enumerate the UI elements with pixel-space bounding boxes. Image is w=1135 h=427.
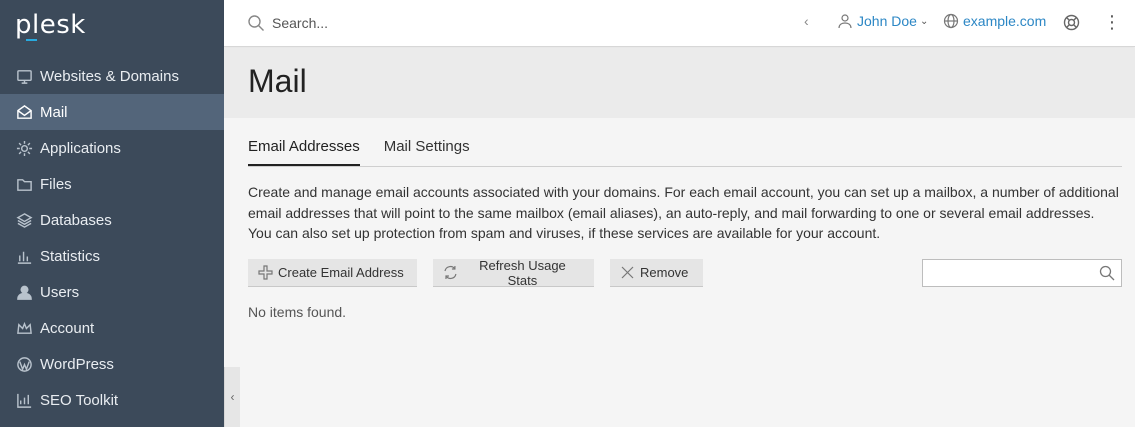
sidebar-item-label: Applications (40, 139, 121, 157)
search-icon (248, 15, 264, 31)
button-label: Remove (640, 265, 689, 280)
globe-icon (943, 13, 959, 29)
user-menu[interactable]: John Doe ⌄ (837, 13, 928, 29)
user-icon (15, 283, 33, 301)
sidebar-item-wordpress[interactable]: WordPress (0, 346, 224, 382)
page-title: Mail (248, 63, 307, 99)
help-lifebuoy-icon[interactable] (1063, 14, 1080, 31)
chevron-left-icon: ‹ (230, 390, 235, 404)
wordpress-icon (15, 355, 33, 373)
logo-accent-bar (26, 39, 37, 41)
sidebar: plesk Websites & Domains Mail Applicatio… (0, 0, 224, 427)
plesk-logo[interactable]: plesk (15, 10, 86, 40)
sidebar-item-label: SEO Toolkit (40, 391, 119, 409)
folder-icon (15, 175, 33, 193)
user-name: John Doe (857, 13, 917, 29)
sidebar-item-label: Files (40, 175, 72, 193)
sidebar-nav: Websites & Domains Mail Applications Fil… (0, 58, 224, 418)
chevron-down-icon: ⌄ (919, 15, 929, 27)
sidebar-item-mail[interactable]: Mail (0, 94, 224, 130)
monitor-icon (15, 67, 33, 85)
search-icon[interactable] (1099, 265, 1115, 281)
more-vertical-icon[interactable]: ⋮ (1103, 11, 1121, 33)
create-email-address-button[interactable]: Create Email Address (248, 259, 417, 287)
empty-state-text: No items found. (248, 304, 347, 320)
tab-email-addresses[interactable]: Email Addresses (248, 138, 360, 166)
mail-icon (15, 103, 33, 121)
layers-icon (15, 211, 33, 229)
crown-icon (15, 319, 33, 337)
refresh-usage-stats-button[interactable]: Refresh Usage Stats (433, 257, 594, 288)
remove-x-icon (621, 266, 634, 279)
tab-mail-settings[interactable]: Mail Settings (384, 138, 470, 166)
user-icon (838, 14, 852, 29)
button-label: Create Email Address (278, 265, 404, 280)
chevron-left-icon[interactable]: ‹ (804, 13, 809, 29)
sidebar-item-label: Websites & Domains (40, 67, 179, 85)
list-search-box (922, 259, 1122, 287)
sidebar-item-users[interactable]: Users (0, 274, 224, 310)
list-toolbar: Create Email Address Refresh Usage Stats… (248, 257, 719, 288)
refresh-icon (444, 265, 457, 280)
seo-chart-icon (15, 391, 33, 409)
sidebar-item-label: Users (40, 283, 80, 301)
sidebar-item-account[interactable]: Account (0, 310, 224, 346)
sidebar-item-websites-domains[interactable]: Websites & Domains (0, 58, 224, 94)
sidebar-item-statistics[interactable]: Statistics (0, 238, 224, 274)
plus-icon (258, 265, 273, 280)
sidebar-item-databases[interactable]: Databases (0, 202, 224, 238)
global-search-input[interactable] (272, 12, 572, 34)
page-header: Mail (224, 48, 1135, 118)
domain-selector[interactable]: example.com (943, 13, 1046, 29)
sidebar-item-label: Account (40, 319, 95, 337)
sidebar-item-label: Databases (40, 211, 112, 229)
bar-chart-icon (15, 247, 33, 265)
sidebar-item-label: Mail (40, 103, 68, 121)
sidebar-item-applications[interactable]: Applications (0, 130, 224, 166)
top-bar: ‹ John Doe ⌄ example.com ⋮ (224, 0, 1135, 47)
tab-bar: Email Addresses Mail Settings (248, 138, 1122, 167)
main-content: Email Addresses Mail Settings Create and… (240, 118, 1135, 427)
button-label: Refresh Usage Stats (479, 257, 566, 288)
sidebar-item-label: Statistics (40, 247, 101, 265)
sidebar-collapse-handle[interactable]: ‹ (224, 367, 240, 427)
domain-name: example.com (963, 13, 1047, 29)
remove-button[interactable]: Remove (610, 259, 703, 287)
gear-icon (15, 139, 33, 157)
sidebar-item-seo-toolkit[interactable]: SEO Toolkit (0, 382, 224, 418)
page-description: Create and manage email accounts associa… (248, 184, 1119, 241)
list-search-input[interactable] (923, 260, 1093, 286)
sidebar-item-label: WordPress (40, 355, 114, 373)
sidebar-item-files[interactable]: Files (0, 166, 224, 202)
